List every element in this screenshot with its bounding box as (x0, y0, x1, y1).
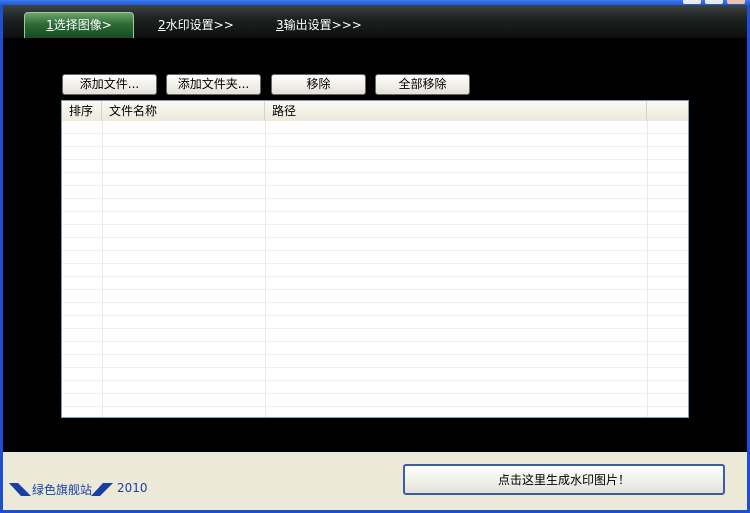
tab-select-image[interactable]: 1选择图像> (24, 12, 134, 38)
tab-select-image-key: 1 (46, 18, 54, 32)
minimize-icon[interactable] (683, 0, 701, 4)
step-tab-bar: 1选择图像> 2水印设置>> 3输出设置>>> (3, 5, 747, 38)
file-list[interactable]: 排序 文件名称 路径 (61, 100, 689, 418)
remove-all-button[interactable]: 全部移除 (375, 74, 470, 95)
file-list-header: 排序 文件名称 路径 (62, 101, 688, 122)
add-file-button[interactable]: 添加文件... (62, 74, 157, 95)
add-folder-button[interactable]: 添加文件夹... (166, 74, 261, 95)
content-panel: 添加文件... 添加文件夹... 移除 全部移除 排序 文件名称 路径 (3, 38, 747, 452)
file-list-rows[interactable] (62, 121, 688, 417)
maximize-icon[interactable] (705, 0, 723, 4)
close-icon[interactable] (727, 0, 745, 4)
column-filler (647, 101, 688, 121)
column-divider (647, 121, 648, 417)
tab-output-settings-label: 输出设置>>> (283, 18, 362, 32)
column-divider (102, 121, 103, 417)
site-name[interactable]: 绿色旗舰站 (32, 481, 92, 498)
column-file-name[interactable]: 文件名称 (102, 101, 265, 121)
footer-year: 2010 (117, 481, 148, 495)
generate-watermark-button[interactable]: 点击这里生成水印图片！ (403, 464, 725, 495)
column-divider (265, 121, 266, 417)
tab-select-image-label: 选择图像> (53, 18, 112, 32)
right-arrow-logo-icon (91, 483, 113, 496)
left-arrow-logo-icon (9, 483, 31, 496)
column-order[interactable]: 排序 (62, 101, 102, 121)
app-window: 1选择图像> 2水印设置>> 3输出设置>>> 添加文件... 添加文件夹...… (0, 0, 750, 513)
tab-watermark-settings-key: 2 (158, 18, 166, 32)
column-path[interactable]: 路径 (265, 101, 647, 121)
bottom-bar: 绿色旗舰站 2010 点击这里生成水印图片！ (3, 452, 747, 510)
tab-watermark-settings-label: 水印设置>> (165, 18, 234, 32)
tab-output-settings-key: 3 (276, 18, 284, 32)
tab-watermark-settings[interactable]: 2水印设置>> (158, 12, 234, 38)
tab-output-settings[interactable]: 3输出设置>>> (276, 12, 362, 38)
remove-button[interactable]: 移除 (271, 74, 366, 95)
